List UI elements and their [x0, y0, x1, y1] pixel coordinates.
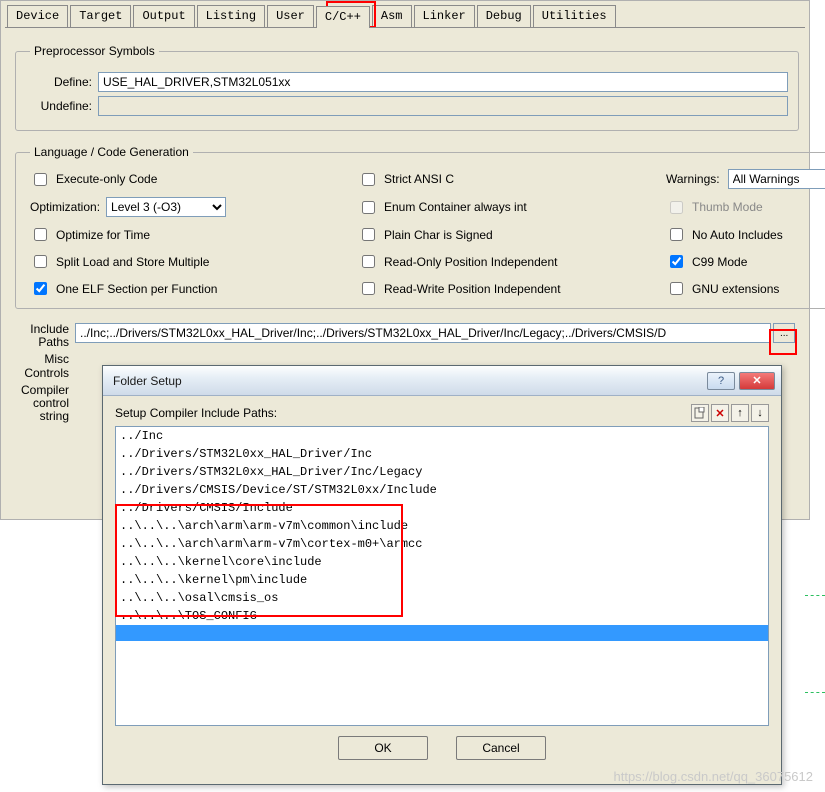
list-item[interactable]: ../Drivers/CMSIS/Device/ST/STM32L0xx/Inc… — [116, 481, 768, 499]
warnings-label: Warnings: — [666, 172, 720, 186]
list-item[interactable]: ..\..\..\arch\arm\arm-v7m\common\include — [116, 517, 768, 535]
dialog-title: Folder Setup — [113, 374, 707, 388]
optimization-select[interactable]: Level 3 (-O3) — [106, 197, 226, 217]
define-input[interactable] — [98, 72, 788, 92]
gnu-ext-checkbox[interactable]: GNU extensions — [666, 279, 825, 298]
list-item[interactable]: ../Drivers/CMSIS/Include — [116, 499, 768, 517]
delete-path-button[interactable]: ✕ — [711, 404, 729, 422]
compiler-string-label: Compiler control string — [15, 384, 75, 424]
language-group: Language / Code Generation Execute-only … — [15, 145, 825, 309]
list-item-selected[interactable] — [116, 625, 768, 641]
list-item[interactable]: ..\..\..\TOS_CONFIG — [116, 607, 768, 625]
include-paths-listbox[interactable]: ../Inc../Drivers/STM32L0xx_HAL_Driver/In… — [115, 426, 769, 726]
tab-debug[interactable]: Debug — [477, 5, 531, 27]
include-browse-button[interactable]: ... — [773, 323, 795, 343]
new-path-button[interactable] — [691, 404, 709, 422]
split-load-checkbox[interactable]: Split Load and Store Multiple — [30, 252, 350, 271]
dialog-caption: Setup Compiler Include Paths: — [115, 406, 691, 420]
list-item[interactable]: ..\..\..\kernel\core\include — [116, 553, 768, 571]
list-item[interactable]: ../Drivers/STM32L0xx_HAL_Driver/Inc/Lega… — [116, 463, 768, 481]
new-icon — [694, 407, 706, 419]
define-label: Define: — [30, 75, 98, 89]
tab-linker[interactable]: Linker — [414, 5, 475, 27]
c99-mode-checkbox[interactable]: C99 Mode — [666, 252, 825, 271]
decorative-dash — [805, 595, 825, 596]
one-elf-checkbox[interactable]: One ELF Section per Function — [30, 279, 350, 298]
tab-asm[interactable]: Asm — [372, 5, 412, 27]
no-auto-inc-checkbox[interactable]: No Auto Includes — [666, 225, 825, 244]
list-item[interactable]: ..\..\..\kernel\pm\include — [116, 571, 768, 589]
ok-button[interactable]: OK — [338, 736, 428, 760]
preprocessor-group: Preprocessor Symbols Define: Undefine: — [15, 44, 799, 131]
ro-pi-checkbox[interactable]: Read-Only Position Independent — [358, 252, 658, 271]
dialog-titlebar[interactable]: Folder Setup ? ✕ — [103, 366, 781, 396]
undefine-label: Undefine: — [30, 99, 98, 113]
folder-setup-dialog: Folder Setup ? ✕ Setup Compiler Include … — [102, 365, 782, 785]
tab-target[interactable]: Target — [70, 5, 131, 27]
list-item[interactable]: ..\..\..\arch\arm\arm-v7m\cortex-m0+\arm… — [116, 535, 768, 553]
language-legend: Language / Code Generation — [30, 145, 193, 159]
tab-device[interactable]: Device — [7, 5, 68, 27]
tab-strip: DeviceTargetOutputListingUserC/C++AsmLin… — [1, 1, 809, 27]
rw-pi-checkbox[interactable]: Read-Write Position Independent — [358, 279, 658, 298]
thumb-mode-checkbox: Thumb Mode — [666, 198, 825, 217]
undefine-input[interactable] — [98, 96, 788, 116]
list-item[interactable]: ../Drivers/STM32L0xx_HAL_Driver/Inc — [116, 445, 768, 463]
preprocessor-legend: Preprocessor Symbols — [30, 44, 159, 58]
tab-listing[interactable]: Listing — [197, 5, 265, 27]
include-paths-input[interactable] — [75, 323, 771, 343]
optimize-time-checkbox[interactable]: Optimize for Time — [30, 225, 350, 244]
list-item[interactable]: ../Inc — [116, 427, 768, 445]
plain-char-checkbox[interactable]: Plain Char is Signed — [358, 225, 658, 244]
move-up-button[interactable]: ↑ — [731, 404, 749, 422]
misc-controls-label: Misc Controls — [15, 353, 75, 379]
warnings-select[interactable]: All Warnings — [728, 169, 825, 189]
tab-user[interactable]: User — [267, 5, 314, 27]
include-paths-label: Include Paths — [15, 323, 75, 349]
tab-utilities[interactable]: Utilities — [533, 5, 616, 27]
move-down-button[interactable]: ↓ — [751, 404, 769, 422]
tab-output[interactable]: Output — [133, 5, 194, 27]
execute-only-checkbox[interactable]: Execute-only Code — [30, 170, 350, 189]
tab-cc[interactable]: C/C++ — [316, 6, 370, 28]
dialog-close-button[interactable]: ✕ — [739, 372, 775, 390]
cancel-button[interactable]: Cancel — [456, 736, 546, 760]
list-item[interactable]: ..\..\..\osal\cmsis_os — [116, 589, 768, 607]
decorative-dash — [805, 692, 825, 693]
optimization-label: Optimization: — [30, 200, 100, 214]
enum-container-checkbox[interactable]: Enum Container always int — [358, 198, 658, 217]
dialog-help-button[interactable]: ? — [707, 372, 735, 390]
strict-ansi-checkbox[interactable]: Strict ANSI C — [358, 170, 658, 189]
